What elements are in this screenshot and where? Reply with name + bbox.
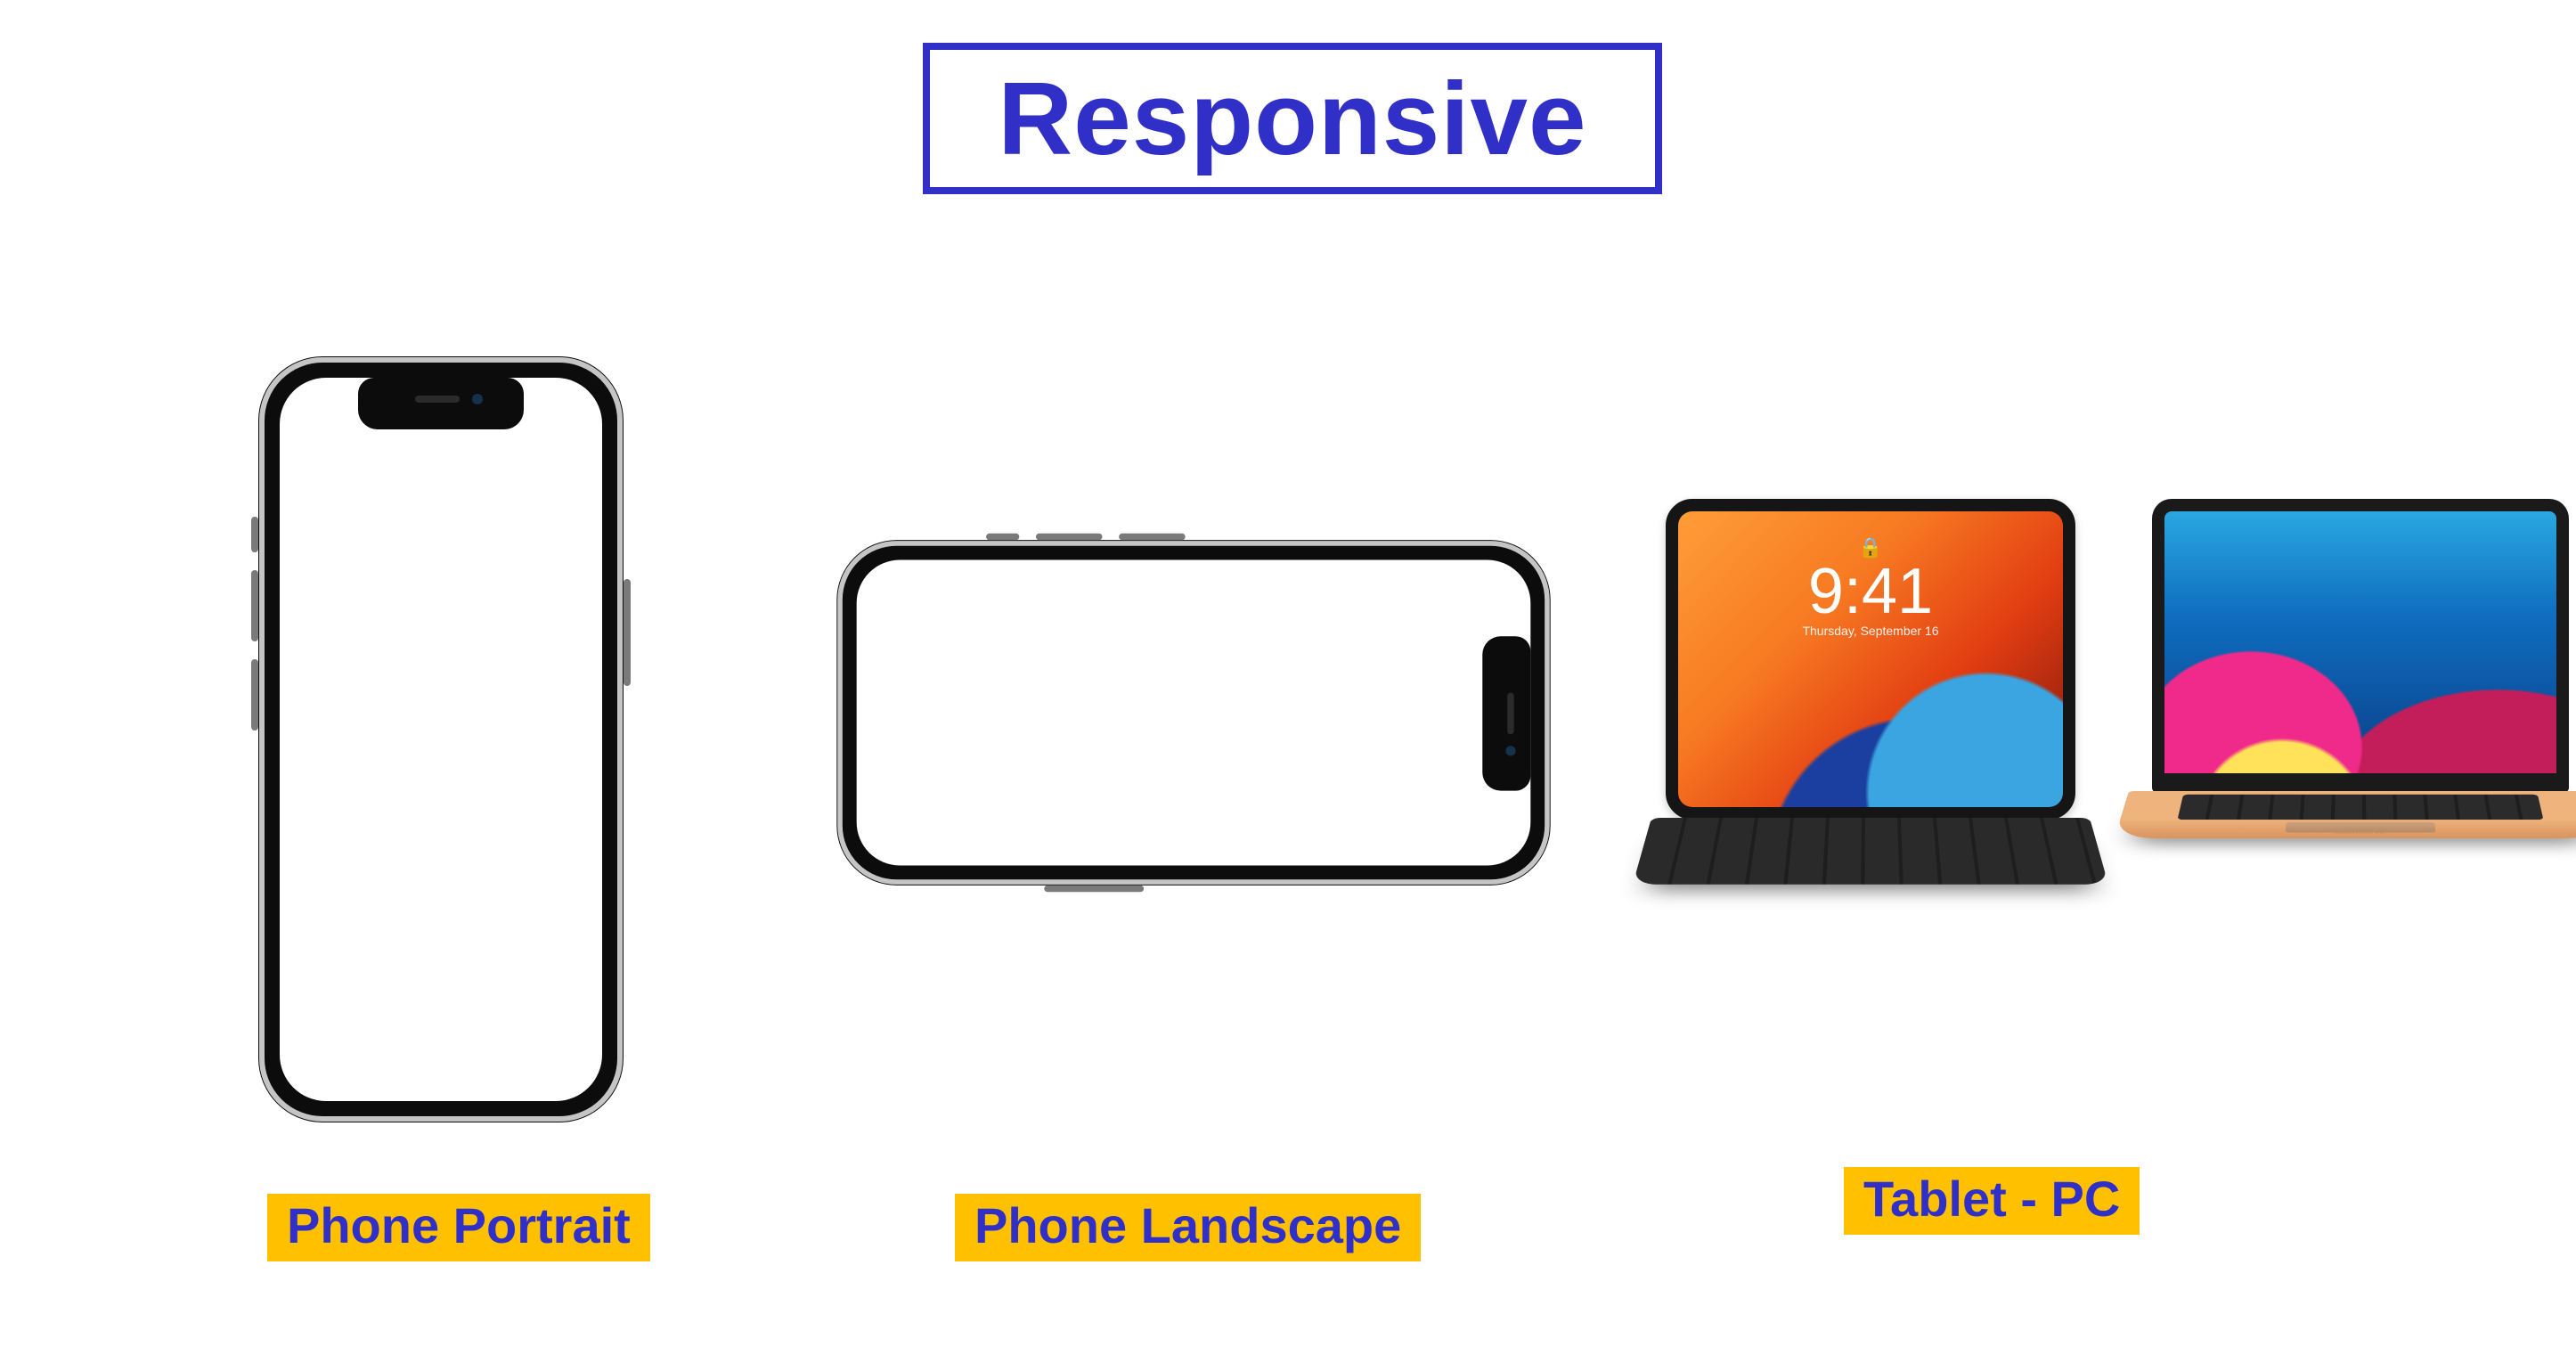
label-phone-portrait: Phone Portrait (267, 1194, 650, 1261)
device-phone-landscape (828, 517, 1568, 909)
phone-landscape-icon (828, 517, 1568, 909)
label-text: Phone Portrait (267, 1194, 650, 1261)
device-tablet: 🔒 9:41 Thursday, September 16 (1666, 499, 2111, 934)
tablet-screen: 🔒 9:41 Thursday, September 16 (1666, 499, 2075, 820)
tablet-keyboard (1633, 818, 2108, 885)
tablet-date: Thursday, September 16 (1678, 624, 2063, 638)
laptop-screen (2152, 499, 2569, 793)
label-phone-landscape: Phone Landscape (955, 1194, 1421, 1261)
tablet-time: 9:41 (1678, 559, 2063, 624)
laptop-base: MacBook Air (2115, 791, 2576, 838)
page-title: Responsive (998, 59, 1586, 178)
laptop-wallpaper (2164, 511, 2556, 773)
label-tablet-pc: Tablet - PC (1844, 1167, 2140, 1235)
label-text: Tablet - PC (1844, 1167, 2140, 1235)
device-laptop: MacBook Air (2138, 499, 2576, 886)
label-text: Phone Landscape (955, 1194, 1421, 1261)
title-box: Responsive (923, 43, 1662, 194)
device-phone-portrait (249, 347, 650, 1131)
laptop-brand-label: MacBook Air (2115, 830, 2576, 836)
phone-portrait-icon (249, 347, 650, 1131)
